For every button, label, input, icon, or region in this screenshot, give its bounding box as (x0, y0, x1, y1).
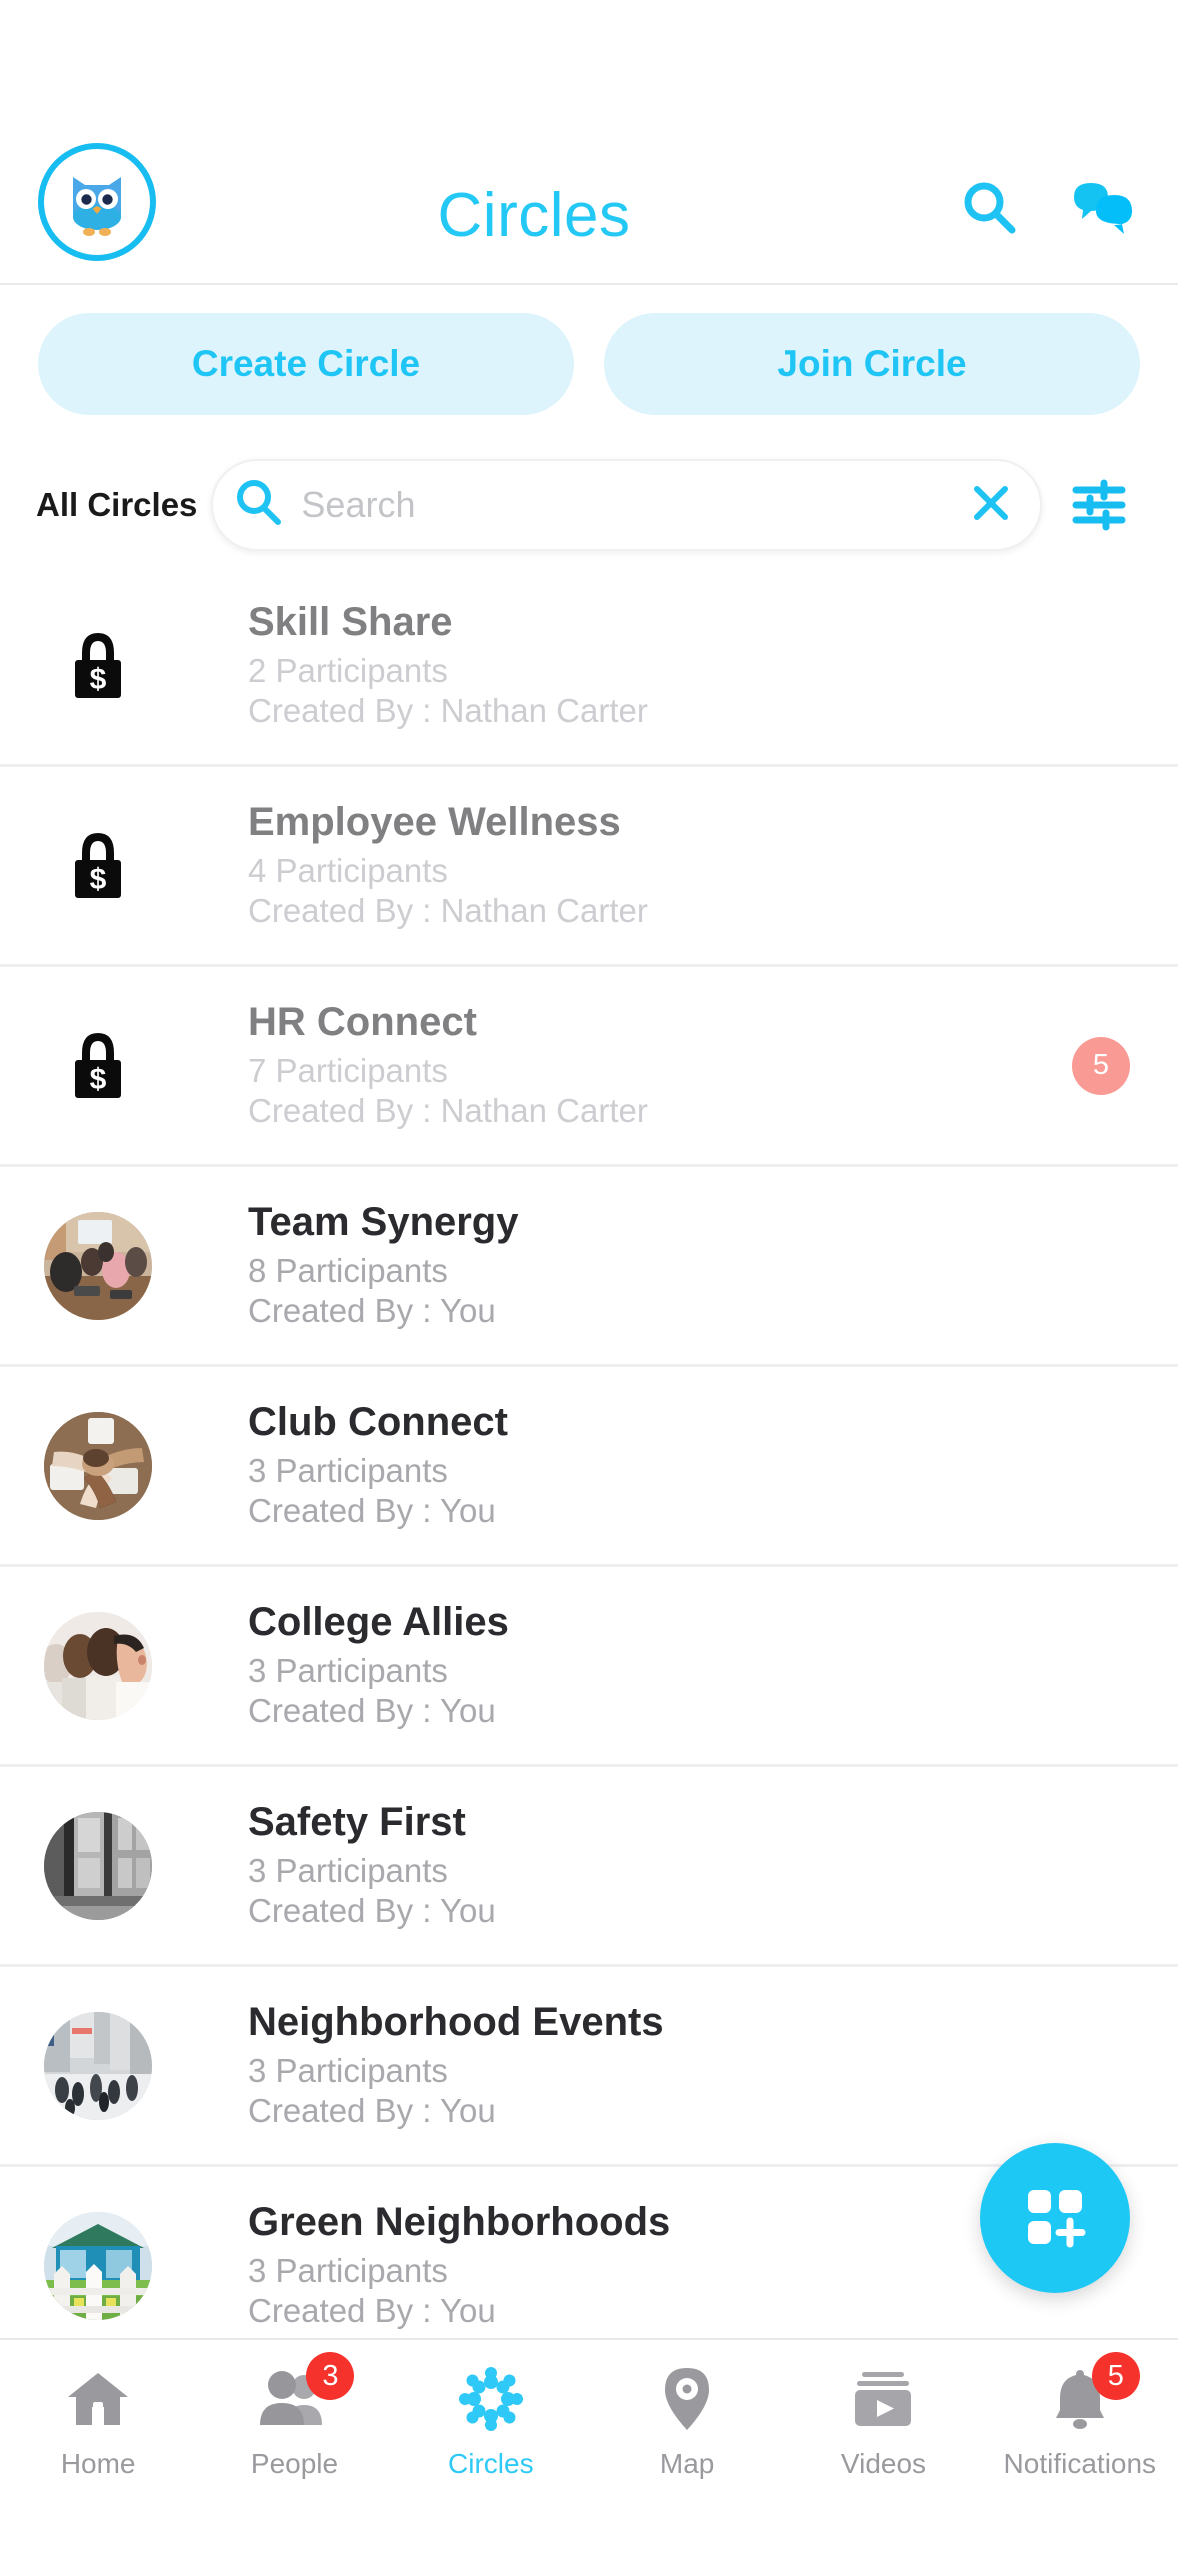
lock-dollar-icon (44, 612, 152, 720)
header-actions (952, 171, 1140, 261)
bottom-navigation[interactable]: Home 3 People Circles Map Videos 5 Notification… (0, 2338, 1178, 2560)
nav-label: Home (60, 2448, 136, 2479)
circle-info: Safety First 3 Participants Created By : Y… (152, 1800, 1134, 1931)
circle-participants: 3 Participants (248, 1451, 448, 1489)
circle-name: Employee Wellness (248, 799, 621, 844)
circle-name: Team Synergy (248, 1199, 519, 1244)
circle-participants: 2 Participants (248, 651, 448, 689)
app-screen: Circles Create Circle Join Circle All Ci… (0, 0, 1178, 2560)
nav-item-videos[interactable]: Videos (785, 2366, 981, 2480)
page-title: Circles (437, 181, 631, 250)
map-pin-icon (651, 2366, 723, 2432)
circle-participants: 3 Participants (248, 1651, 448, 1689)
circle-info: College Allies 3 Participants Created By :… (152, 1600, 1134, 1731)
circle-info: Club Connect 3 Participants Created By : Y… (152, 1400, 1134, 1531)
unread-badge: 5 (1072, 1036, 1130, 1095)
circle-row[interactable]: Employee Wellness 4 Participants Created B… (0, 767, 1178, 967)
circle-creator: Created By : You (248, 1291, 496, 1329)
circle-creator: Created By : You (248, 2291, 496, 2329)
circle-row[interactable]: Club Connect 3 Participants Created By : Y… (0, 1367, 1178, 1567)
circles-list[interactable]: Skill Share 2 Participants Created By : Na… (0, 567, 1178, 2337)
create-circle-button[interactable]: Create Circle (38, 313, 574, 415)
circle-participants: 3 Participants (248, 1851, 448, 1889)
nav-label: Circles (448, 2448, 534, 2479)
circle-name: HR Connect (248, 999, 477, 1044)
home-icon (62, 2366, 134, 2432)
circle-avatar-house (44, 2211, 152, 2320)
circle-avatar-hands (44, 1411, 152, 1520)
search-icon (233, 477, 285, 534)
circle-info: HR Connect 7 Participants Created By : Nat… (152, 1000, 1134, 1131)
circle-creator: Created By : Nathan Carter (248, 891, 648, 929)
grid-plus-icon (1022, 2184, 1088, 2253)
circle-creator: Created By : Nathan Carter (248, 1091, 648, 1129)
circle-participants: 7 Participants (248, 1051, 448, 1089)
nav-item-people[interactable]: 3 People (196, 2352, 392, 2480)
circle-row[interactable]: Team Synergy 8 Participants Created By : Y… (0, 1167, 1178, 1367)
circle-avatar-students (44, 1611, 152, 1720)
circle-creator: Created By : You (248, 1491, 496, 1529)
filter-sliders-icon[interactable] (1056, 462, 1142, 548)
search-input[interactable] (301, 484, 952, 526)
lock-dollar-icon (44, 812, 152, 920)
search-filter-row: All Circles (0, 455, 1178, 555)
circle-row[interactable]: Safety First 3 Participants Created By : Y… (0, 1767, 1178, 1967)
circle-avatar-building (44, 1811, 152, 1920)
add-circle-fab[interactable] (980, 2143, 1130, 2293)
join-circle-button[interactable]: Join Circle (604, 313, 1140, 415)
nav-item-map[interactable]: Map (589, 2366, 785, 2480)
circle-name: College Allies (248, 1599, 509, 1644)
chat-bubbles-icon[interactable] (1066, 171, 1140, 245)
circle-info: Skill Share 2 Participants Created By : Na… (152, 600, 1134, 731)
search-box[interactable] (211, 459, 1042, 551)
circle-row[interactable]: HR Connect 7 Participants Created By : Nat… (0, 967, 1178, 1167)
circle-info: Employee Wellness 4 Participants Created B… (152, 800, 1134, 931)
app-header: Circles (0, 0, 1178, 285)
circle-creator: Created By : You (248, 1691, 496, 1729)
circle-info: Team Synergy 8 Participants Created By : Y… (152, 1200, 1134, 1331)
circle-participants: 8 Participants (248, 1251, 448, 1289)
nav-item-circles[interactable]: Circles (393, 2366, 589, 2480)
circle-avatar-meeting (44, 1211, 152, 1320)
bell-icon: 5 (1044, 2352, 1140, 2432)
nav-label: Notifications (1003, 2448, 1157, 2479)
people-icon: 3 (258, 2352, 355, 2432)
circle-avatar-street (44, 2011, 152, 2120)
circle-creator: Created By : You (248, 2091, 496, 2129)
circle-row[interactable]: Neighborhood Events 3 Participants Created… (0, 1967, 1178, 2167)
lock-dollar-icon (44, 1012, 152, 1120)
nav-item-home[interactable]: Home (0, 2366, 196, 2480)
circle-name: Club Connect (248, 1399, 508, 1444)
circle-creator: Created By : You (248, 1891, 496, 1929)
circle-participants: 4 Participants (248, 851, 448, 889)
circle-name: Neighborhood Events (248, 1999, 664, 2044)
nav-badge: 5 (1091, 2352, 1140, 2400)
circle-row[interactable]: Skill Share 2 Participants Created By : Na… (0, 567, 1178, 767)
search-icon[interactable] (952, 171, 1026, 245)
circle-info: Neighborhood Events 3 Participants Created… (152, 2000, 1134, 2131)
nav-label: People (250, 2448, 339, 2479)
nav-label: Map (659, 2448, 715, 2479)
close-x-icon[interactable] (968, 480, 1014, 531)
circle-name: Safety First (248, 1799, 466, 1844)
circle-action-buttons: Create Circle Join Circle (0, 313, 1178, 415)
circle-creator: Created By : Nathan Carter (248, 691, 648, 729)
videos-icon (847, 2366, 919, 2432)
all-circles-label: All Circles (36, 486, 198, 523)
circles-ring-icon (455, 2366, 527, 2432)
circle-row[interactable]: College Allies 3 Participants Created By :… (0, 1567, 1178, 1767)
nav-item-notifications[interactable]: 5 Notifications (982, 2352, 1178, 2480)
circle-name: Skill Share (248, 599, 453, 644)
nav-badge: 3 (306, 2352, 355, 2400)
circle-participants: 3 Participants (248, 2051, 448, 2089)
nav-label: Videos (840, 2448, 927, 2479)
